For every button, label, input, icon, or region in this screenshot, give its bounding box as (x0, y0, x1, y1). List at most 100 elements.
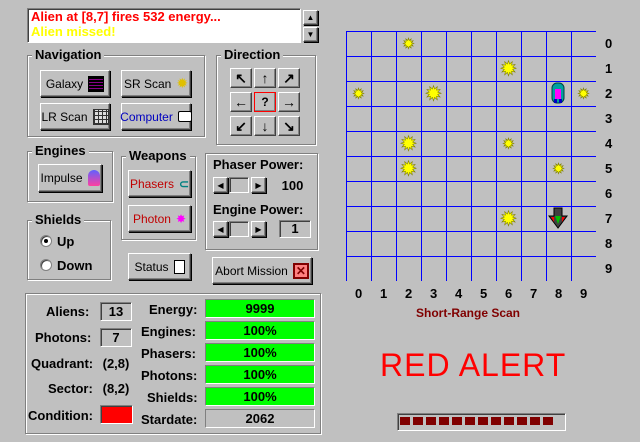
navigation-title: Navigation (32, 47, 105, 62)
progress-block (426, 417, 436, 425)
direction-nw-button[interactable]: ↖ (230, 68, 252, 88)
photon-button[interactable]: Photon ✸ (128, 205, 191, 232)
progress-block (413, 417, 423, 425)
message-log: Alien at [8,7] fires 532 energy... Alien… (27, 8, 301, 43)
engine-power-value: 1 (279, 220, 311, 238)
col-label: 3 (430, 286, 438, 301)
row-label: 1 (605, 61, 613, 76)
star-icon: ✹ (500, 59, 517, 81)
ship-icon (87, 170, 100, 186)
computer-button[interactable]: Computer (120, 103, 192, 130)
col-label: 2 (405, 286, 413, 301)
phasers-label: Phasers (129, 176, 174, 191)
arrow-down-right-icon: ↘ (283, 117, 295, 134)
engine-power-slider[interactable] (229, 221, 249, 237)
energy-label: Energy: (149, 302, 198, 317)
row-label: 3 (605, 111, 613, 126)
engine-power-decrease[interactable]: ◀ (213, 221, 228, 237)
aliens-label: Aliens: (46, 304, 90, 319)
photon-label: Photon (132, 211, 171, 226)
row-label: 8 (605, 236, 613, 251)
phasers-bar: 100% (205, 343, 315, 362)
star-icon: ✹ (578, 86, 590, 102)
phaser-icon: ⊂ (178, 176, 190, 191)
arrow-left-icon: ← (234, 94, 248, 110)
star-icon: ✹ (425, 84, 442, 106)
progress-block (517, 417, 527, 425)
engine-power-increase[interactable]: ▶ (251, 221, 266, 237)
star-icon: ✹ (400, 134, 417, 156)
sector-value: (8,2) (102, 381, 130, 396)
direction-n-button[interactable]: ↑ (254, 68, 276, 88)
row-label: 7 (605, 211, 613, 226)
enterprise-ship-icon (551, 82, 565, 104)
document-icon (173, 259, 185, 274)
phaser-power-slider[interactable] (229, 177, 249, 193)
direction-w-button[interactable]: ← (230, 92, 252, 112)
engines-bar: 100% (205, 321, 315, 340)
energy-bar: 9999 (205, 299, 315, 318)
scroll-up-icon: ▲ (306, 13, 315, 22)
shields-status-label: Shields: (147, 390, 198, 405)
lr-scan-button[interactable]: LR Scan (40, 103, 110, 130)
message-line-2: Alien missed! (31, 24, 116, 39)
row-label: 2 (605, 86, 613, 101)
grid-icon (92, 108, 109, 125)
phaser-power-decrease[interactable]: ◀ (213, 177, 228, 193)
engines-status-label: Engines: (141, 324, 196, 339)
status-label: Status (134, 259, 169, 274)
shields-up-radio[interactable] (40, 235, 52, 247)
condition-indicator (100, 405, 133, 424)
row-label: 0 (605, 36, 613, 51)
row-label: 4 (605, 136, 613, 151)
arrow-left-icon: ◀ (217, 180, 224, 190)
phasers-status-label: Phasers: (141, 346, 196, 361)
scan-title: Short-Range Scan (416, 306, 521, 320)
shields-down-radio[interactable] (40, 259, 52, 271)
phaser-power-increase[interactable]: ▶ (251, 177, 266, 193)
sr-scan-label: SR Scan (123, 76, 172, 91)
question-icon: ? (261, 95, 269, 109)
progress-indicator (397, 413, 566, 431)
scroll-up-button[interactable]: ▲ (303, 10, 318, 25)
photons-value: 7 (100, 328, 132, 347)
alien-ship-icon (548, 207, 568, 229)
col-label: 7 (530, 286, 538, 301)
direction-center-button[interactable]: ? (254, 92, 276, 112)
status-button[interactable]: Status (128, 253, 191, 280)
col-label: 6 (505, 286, 513, 301)
stardate-value: 2062 (205, 409, 315, 428)
photon-torpedo-icon: ✸ (175, 211, 187, 226)
phaser-power-label: Phaser Power: (213, 157, 304, 172)
short-range-scan-grid[interactable]: ✹ ✹ ✹ ✹ ✹ ✹ ✹ ✹ ✹ ✹ (346, 31, 596, 281)
direction-s-button[interactable]: ↓ (254, 116, 276, 136)
shields-up-label[interactable]: Up (57, 234, 74, 249)
col-label: 9 (580, 286, 588, 301)
scroll-down-icon: ▼ (306, 30, 315, 39)
star-icon: ✹ (176, 75, 189, 91)
abort-mission-label: Abort Mission (215, 263, 288, 278)
progress-block (530, 417, 540, 425)
impulse-button[interactable]: Impulse (38, 164, 102, 192)
computer-label: Computer (120, 109, 173, 124)
aliens-value: 13 (100, 302, 132, 321)
quadrant-value: (2,8) (102, 356, 130, 371)
sr-scan-button[interactable]: SR Scan ✹ (121, 70, 191, 97)
progress-block (465, 417, 475, 425)
direction-e-button[interactable]: → (278, 92, 300, 112)
phasers-button[interactable]: Phasers ⊂ (128, 170, 191, 197)
arrow-left-icon: ◀ (217, 224, 224, 234)
col-label: 8 (555, 286, 563, 301)
direction-se-button[interactable]: ↘ (278, 116, 300, 136)
galaxy-icon (88, 75, 105, 92)
progress-block (478, 417, 488, 425)
shields-down-label[interactable]: Down (57, 258, 92, 273)
impulse-label: Impulse (40, 171, 83, 185)
progress-block (452, 417, 462, 425)
galaxy-button[interactable]: Galaxy (40, 70, 110, 97)
direction-ne-button[interactable]: ↗ (278, 68, 300, 88)
scroll-down-button[interactable]: ▼ (303, 27, 318, 42)
star-icon: ✹ (403, 36, 415, 52)
abort-mission-button[interactable]: Abort Mission ✕ (212, 257, 312, 284)
direction-sw-button[interactable]: ↙ (230, 116, 252, 136)
